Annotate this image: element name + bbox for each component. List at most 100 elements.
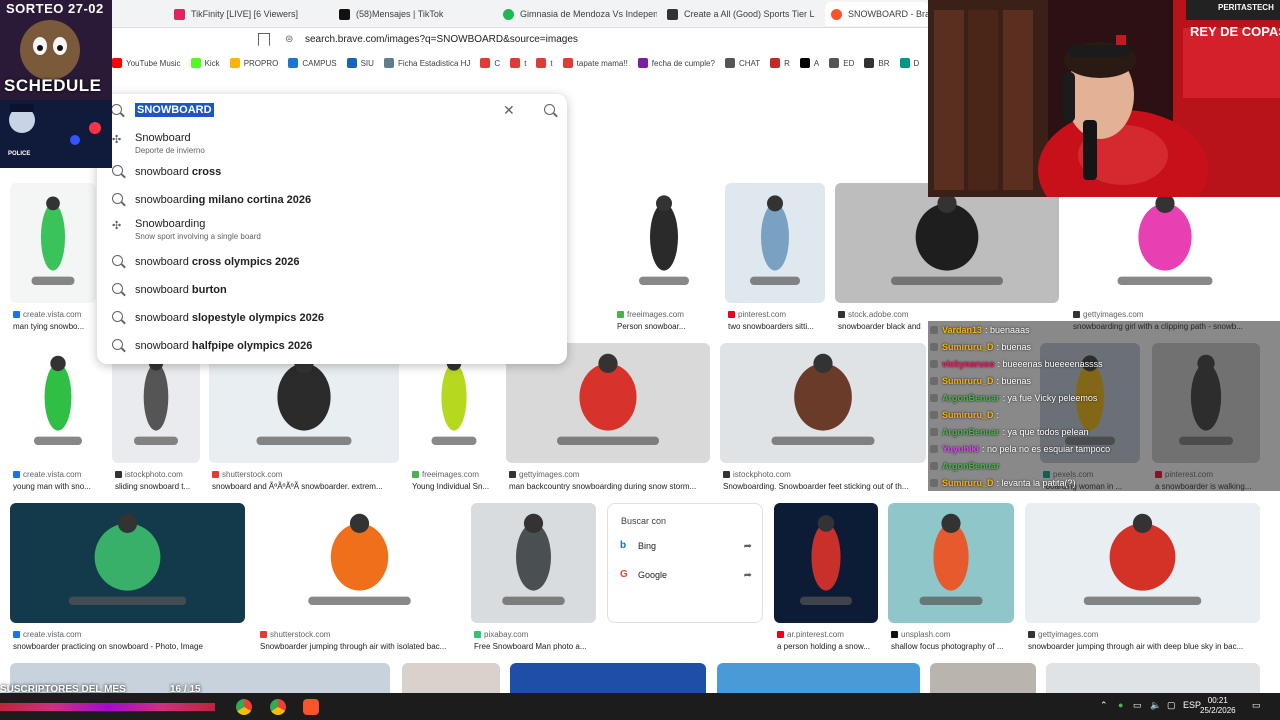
notifications-icon[interactable]: ▭ [1252, 700, 1261, 711]
suggestion-item[interactable]: snowboard cross olympics 2026 [97, 249, 567, 275]
suggestion-item[interactable]: snowboard halfpipe olympics 2026 [97, 333, 567, 359]
url-field[interactable]: search.brave.com/images?q=SNOWBOARD&sour… [305, 34, 578, 45]
bookmark-item[interactable]: CAMPUS [288, 58, 337, 68]
tab-gimnasia[interactable]: Gimnasia de Mendoza Vs Independie [497, 2, 657, 26]
search-input[interactable]: SNOWBOARD [135, 103, 214, 117]
result-caption: snowboard and ÃºÃºÃºÃ snowboarder. extre… [212, 482, 383, 491]
result-image[interactable] [1070, 183, 1260, 303]
bookmark-item[interactable]: ED [829, 58, 854, 68]
result-meta[interactable]: pixabay.com Free Snowboard Man photo a... [474, 630, 599, 651]
bookmark-item[interactable]: BR [864, 58, 890, 68]
result-image[interactable] [471, 503, 596, 623]
chrome-icon[interactable] [236, 699, 252, 715]
tab-label: SNOWBOARD - Brave S [848, 9, 929, 19]
bookmark-item[interactable]: D [899, 58, 919, 68]
result-meta[interactable]: ar.pinterest.com a person holding a snow.… [777, 630, 881, 651]
bookmark-item[interactable]: t [510, 58, 526, 68]
bookmark-item[interactable]: R [770, 58, 790, 68]
tab-brave-search[interactable]: SNOWBOARD - Brave S [825, 2, 929, 26]
tray-misc-icon[interactable]: ▢ [1167, 700, 1176, 711]
language-indicator[interactable]: ESP [1183, 700, 1201, 710]
submit-search-icon[interactable] [544, 104, 555, 115]
search-box[interactable]: SNOWBOARD ✕ [97, 94, 567, 126]
clear-icon[interactable]: ✕ [503, 102, 515, 119]
result-image[interactable] [774, 503, 878, 623]
result-meta[interactable]: freeimages.com Young Individual Sn... [412, 470, 502, 491]
source-domain: istockphoto.com [733, 470, 791, 479]
search-with-bing[interactable]: b Bing ➦ [620, 536, 754, 556]
result-meta[interactable]: istockphoto.com sliding snowboard t... [115, 470, 203, 491]
result-meta[interactable]: create.vista.com man tying snowbo... [13, 310, 99, 331]
volume-icon[interactable]: 🔈 [1150, 700, 1161, 711]
result-meta[interactable]: create.vista.com snowboarder practicing o… [13, 630, 248, 651]
suggestion-item[interactable]: snowboard burton [97, 277, 567, 303]
brave-icon[interactable] [303, 699, 319, 715]
bookmark-item[interactable]: C [480, 58, 500, 68]
bookmark-item[interactable]: fecha de cumple? [637, 58, 715, 68]
source-favicon-icon [13, 631, 20, 638]
result-image[interactable] [10, 183, 96, 303]
source-favicon-icon [260, 631, 267, 638]
bookmark-item[interactable]: A [799, 58, 820, 68]
result-image[interactable] [10, 503, 245, 623]
image-content [34, 355, 82, 445]
result-image[interactable] [257, 503, 462, 623]
tab-tier-list[interactable]: Create a All (Good) Sports Tier L ✕ [661, 2, 821, 26]
tray-app-icon[interactable]: ● [1118, 700, 1123, 710]
bookmark-item[interactable]: Ficha Estadistica HJ [383, 58, 470, 68]
result-meta[interactable]: istockphoto.com Snowboarding. Snowboarder… [723, 470, 929, 491]
network-icon[interactable]: ▭ [1133, 700, 1142, 711]
result-meta[interactable]: shutterstock.com snowboard and ÃºÃºÃºÃ sn… [212, 470, 402, 491]
bookmark-item[interactable]: tapate mama!! [562, 58, 628, 68]
tab-label: (58)Mensajes | TikTok [356, 9, 444, 19]
result-meta[interactable]: gettyimages.com snowboarder jumping throu… [1028, 630, 1263, 651]
suggestion-item[interactable]: snowboard cross [97, 159, 567, 185]
bookmark-item[interactable]: CHAT [724, 58, 760, 68]
result-image[interactable] [835, 183, 1059, 303]
result-meta[interactable]: shutterstock.com Snowboarder jumping thro… [260, 630, 465, 651]
bookmark-item[interactable]: t [536, 58, 553, 68]
tab-tiktok-messages[interactable]: (58)Mensajes | TikTok [333, 2, 493, 26]
bookmark-item[interactable]: PROPRO [229, 58, 278, 68]
result-meta[interactable]: create.vista.com young man with sno... [13, 470, 109, 491]
result-meta[interactable]: unsplash.com shallow focus photography of… [891, 630, 1017, 651]
clock[interactable]: 00:21 25/2/2026 [1200, 696, 1236, 716]
chat-text: : [996, 410, 1000, 420]
bookmark-icon [346, 58, 357, 68]
chat-username: Sumiruru_D [942, 410, 994, 420]
result-meta[interactable]: pinterest.com two snowboarders sitti... [728, 310, 828, 331]
result-image[interactable] [888, 503, 1014, 623]
result-meta[interactable]: gettyimages.com man backcountry snowboard… [509, 470, 713, 491]
police-label: POLICE [8, 151, 31, 157]
suggestion-item[interactable]: ✣ Snowboard Deporte de invierno [97, 130, 567, 156]
site-info-icon[interactable]: ⊜ [285, 34, 293, 45]
search-with-google[interactable]: G Google ➦ [620, 565, 754, 585]
bookmark-icon[interactable] [258, 33, 270, 46]
suggestion-item[interactable]: ✣ Snowboarding Snow sport involving a sing… [97, 216, 567, 242]
result-image[interactable] [720, 343, 926, 463]
suggestion-item[interactable]: snowboarding milano cortina 2026 [97, 187, 567, 213]
chrome-icon[interactable] [270, 699, 286, 715]
source-favicon-icon [1073, 311, 1080, 318]
tab-label: Gimnasia de Mendoza Vs Independie [520, 9, 657, 19]
bookmark-label: R [784, 58, 790, 68]
bookmark-label: A [813, 58, 820, 68]
source-domain: create.vista.com [23, 630, 82, 639]
result-meta[interactable]: freeimages.com Person snowboar... [617, 310, 717, 331]
image-content [919, 513, 983, 605]
result-caption: Snowboarder jumping through air with iso… [260, 642, 447, 651]
result-image[interactable] [10, 343, 106, 463]
result-image[interactable] [614, 183, 714, 303]
source-domain: istockphoto.com [125, 470, 183, 479]
bookmark-item[interactable]: Kick [190, 58, 220, 68]
bookmark-item[interactable]: SIU [346, 58, 374, 68]
result-image[interactable] [1025, 503, 1260, 623]
result-image[interactable] [725, 183, 825, 303]
source-favicon-icon [617, 311, 624, 318]
tray-chevron-icon[interactable]: ⌃ [1100, 700, 1108, 711]
tab-tikfinity[interactable]: TikFinity [LIVE] [6 Viewers] [168, 2, 328, 26]
bookmark-item[interactable]: YouTube Music [112, 58, 181, 68]
source-favicon-icon [212, 471, 219, 478]
source-favicon-icon [13, 471, 20, 478]
suggestion-item[interactable]: snowboard slopestyle olympics 2026 [97, 305, 567, 331]
